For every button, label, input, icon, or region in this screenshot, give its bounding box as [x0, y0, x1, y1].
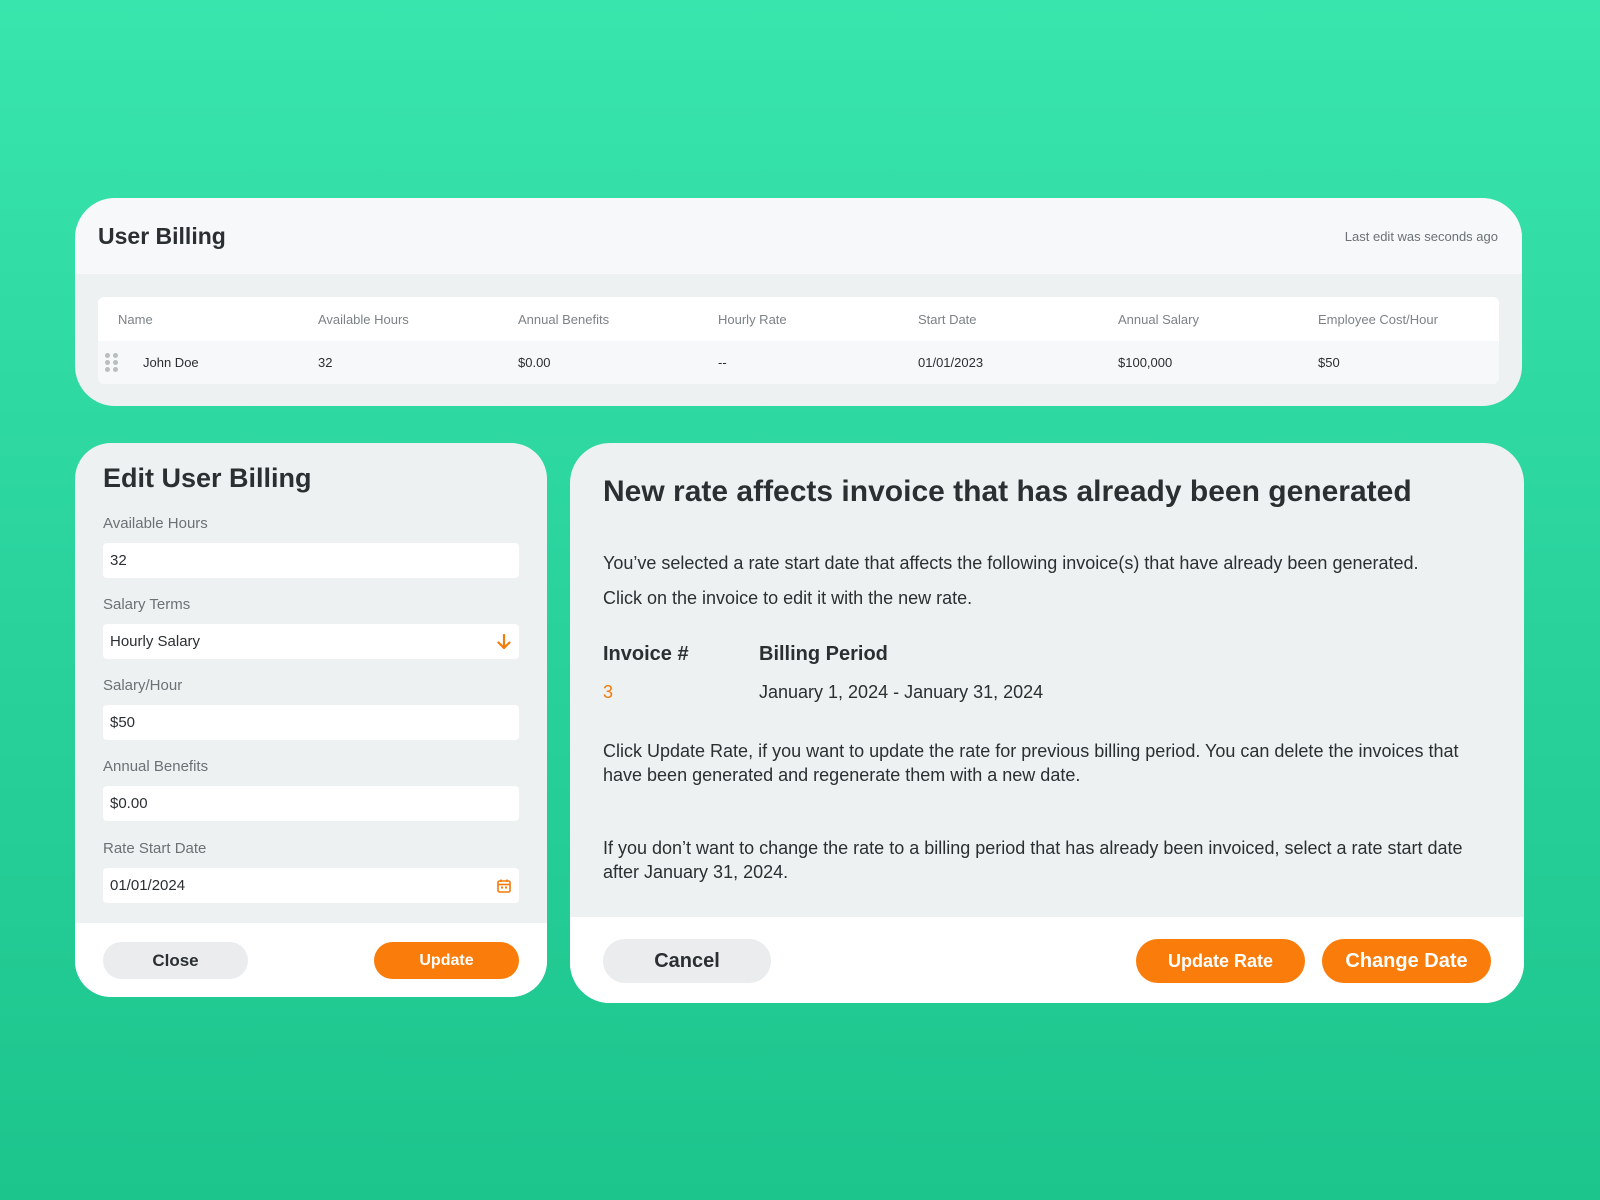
edit-billing-footer: Close Update — [75, 923, 547, 997]
cancel-button[interactable]: Cancel — [603, 939, 771, 983]
change-date-button[interactable]: Change Date — [1322, 939, 1491, 983]
rate-warning-line2: Click on the invoice to edit it with the… — [603, 588, 973, 608]
available-hours-input[interactable]: 32 — [103, 543, 519, 578]
salary-hour-field: Salary/Hour $50 — [103, 677, 519, 740]
salary-terms-value: Hourly Salary — [110, 633, 201, 650]
available-hours-value: 32 — [110, 552, 127, 569]
cell-name: John Doe — [143, 355, 199, 370]
arrow-down-icon[interactable] — [497, 633, 511, 650]
drag-handle-icon[interactable] — [105, 353, 118, 372]
cell-annual-benefits: $0.00 — [518, 355, 551, 370]
rate-start-date-value: 01/01/2024 — [110, 877, 186, 894]
user-billing-card: User Billing Last edit was seconds ago N… — [75, 198, 1522, 406]
cell-available-hours: 32 — [318, 355, 333, 370]
last-edit-status: Last edit was seconds ago — [1344, 228, 1498, 244]
cell-start-date: 01/01/2023 — [918, 355, 984, 370]
edit-user-billing-card: Edit User Billing Available Hours 32 Sal… — [75, 443, 547, 997]
salary-terms-field: Salary Terms Hourly Salary — [103, 596, 519, 659]
salary-terms-label: Salary Terms — [103, 596, 191, 613]
available-hours-label: Available Hours — [103, 515, 208, 532]
billing-table: Name Available Hours Annual Benefits Hou… — [98, 297, 1499, 384]
rate-warning-title: New rate affects invoice that has alread… — [603, 475, 1412, 508]
salary-hour-value: $50 — [110, 714, 136, 731]
billing-period-value: January 1, 2024 - January 31, 2024 — [759, 682, 1044, 702]
rate-warning-line1: You’ve selected a rate start date that a… — [603, 553, 1419, 573]
column-header-annual-salary: Annual Salary — [1118, 311, 1199, 327]
column-header-employee-cost-hour: Employee Cost/Hour — [1318, 311, 1438, 327]
annual-benefits-value: $0.00 — [110, 795, 148, 812]
annual-benefits-label: Annual Benefits — [103, 758, 209, 775]
available-hours-field: Available Hours 32 — [103, 515, 519, 578]
edit-billing-title: Edit User Billing — [103, 463, 312, 493]
cell-hourly-rate: -- — [718, 355, 727, 370]
rate-start-date-field: Rate Start Date 01/01/2024 — [103, 840, 519, 903]
cell-annual-salary: $100,000 — [1118, 355, 1173, 370]
salary-hour-label: Salary/Hour — [103, 677, 183, 694]
table-row[interactable]: John Doe 32 $0.00 -- 01/01/2023 $100,000… — [98, 341, 1499, 384]
calendar-icon[interactable] — [497, 879, 511, 893]
column-header-start-date: Start Date — [918, 311, 977, 327]
billing-period-header: Billing Period — [759, 643, 888, 665]
update-button[interactable]: Update — [374, 942, 519, 979]
update-rate-button[interactable]: Update Rate — [1136, 939, 1305, 983]
salary-hour-input[interactable]: $50 — [103, 705, 519, 740]
invoice-link[interactable]: 3 — [603, 682, 613, 703]
close-button[interactable]: Close — [103, 942, 248, 979]
rate-warning-card: New rate affects invoice that has alread… — [570, 443, 1524, 1003]
invoice-number-header: Invoice # — [603, 643, 689, 665]
column-header-available-hours: Available Hours — [318, 311, 409, 327]
salary-terms-select[interactable]: Hourly Salary — [103, 624, 519, 659]
column-header-hourly-rate: Hourly Rate — [718, 311, 787, 327]
cell-employee-cost-hour: $50 — [1318, 355, 1340, 370]
column-header-name: Name — [118, 311, 153, 327]
rate-warning-footer: Cancel Update Rate Change Date — [570, 917, 1524, 1003]
annual-benefits-input[interactable]: $0.00 — [103, 786, 519, 821]
annual-benefits-field: Annual Benefits $0.00 — [103, 758, 519, 821]
rate-start-date-label: Rate Start Date — [103, 840, 207, 857]
user-billing-title: User Billing — [98, 222, 226, 249]
update-rate-explanation: Click Update Rate, if you want to update… — [603, 741, 1459, 785]
rate-start-date-input[interactable]: 01/01/2024 — [103, 868, 519, 903]
change-date-explanation: If you don’t want to change the rate to … — [603, 838, 1463, 882]
column-header-annual-benefits: Annual Benefits — [518, 311, 610, 327]
user-billing-header: User Billing Last edit was seconds ago — [75, 198, 1522, 274]
table-header-row: Name Available Hours Annual Benefits Hou… — [98, 297, 1499, 341]
